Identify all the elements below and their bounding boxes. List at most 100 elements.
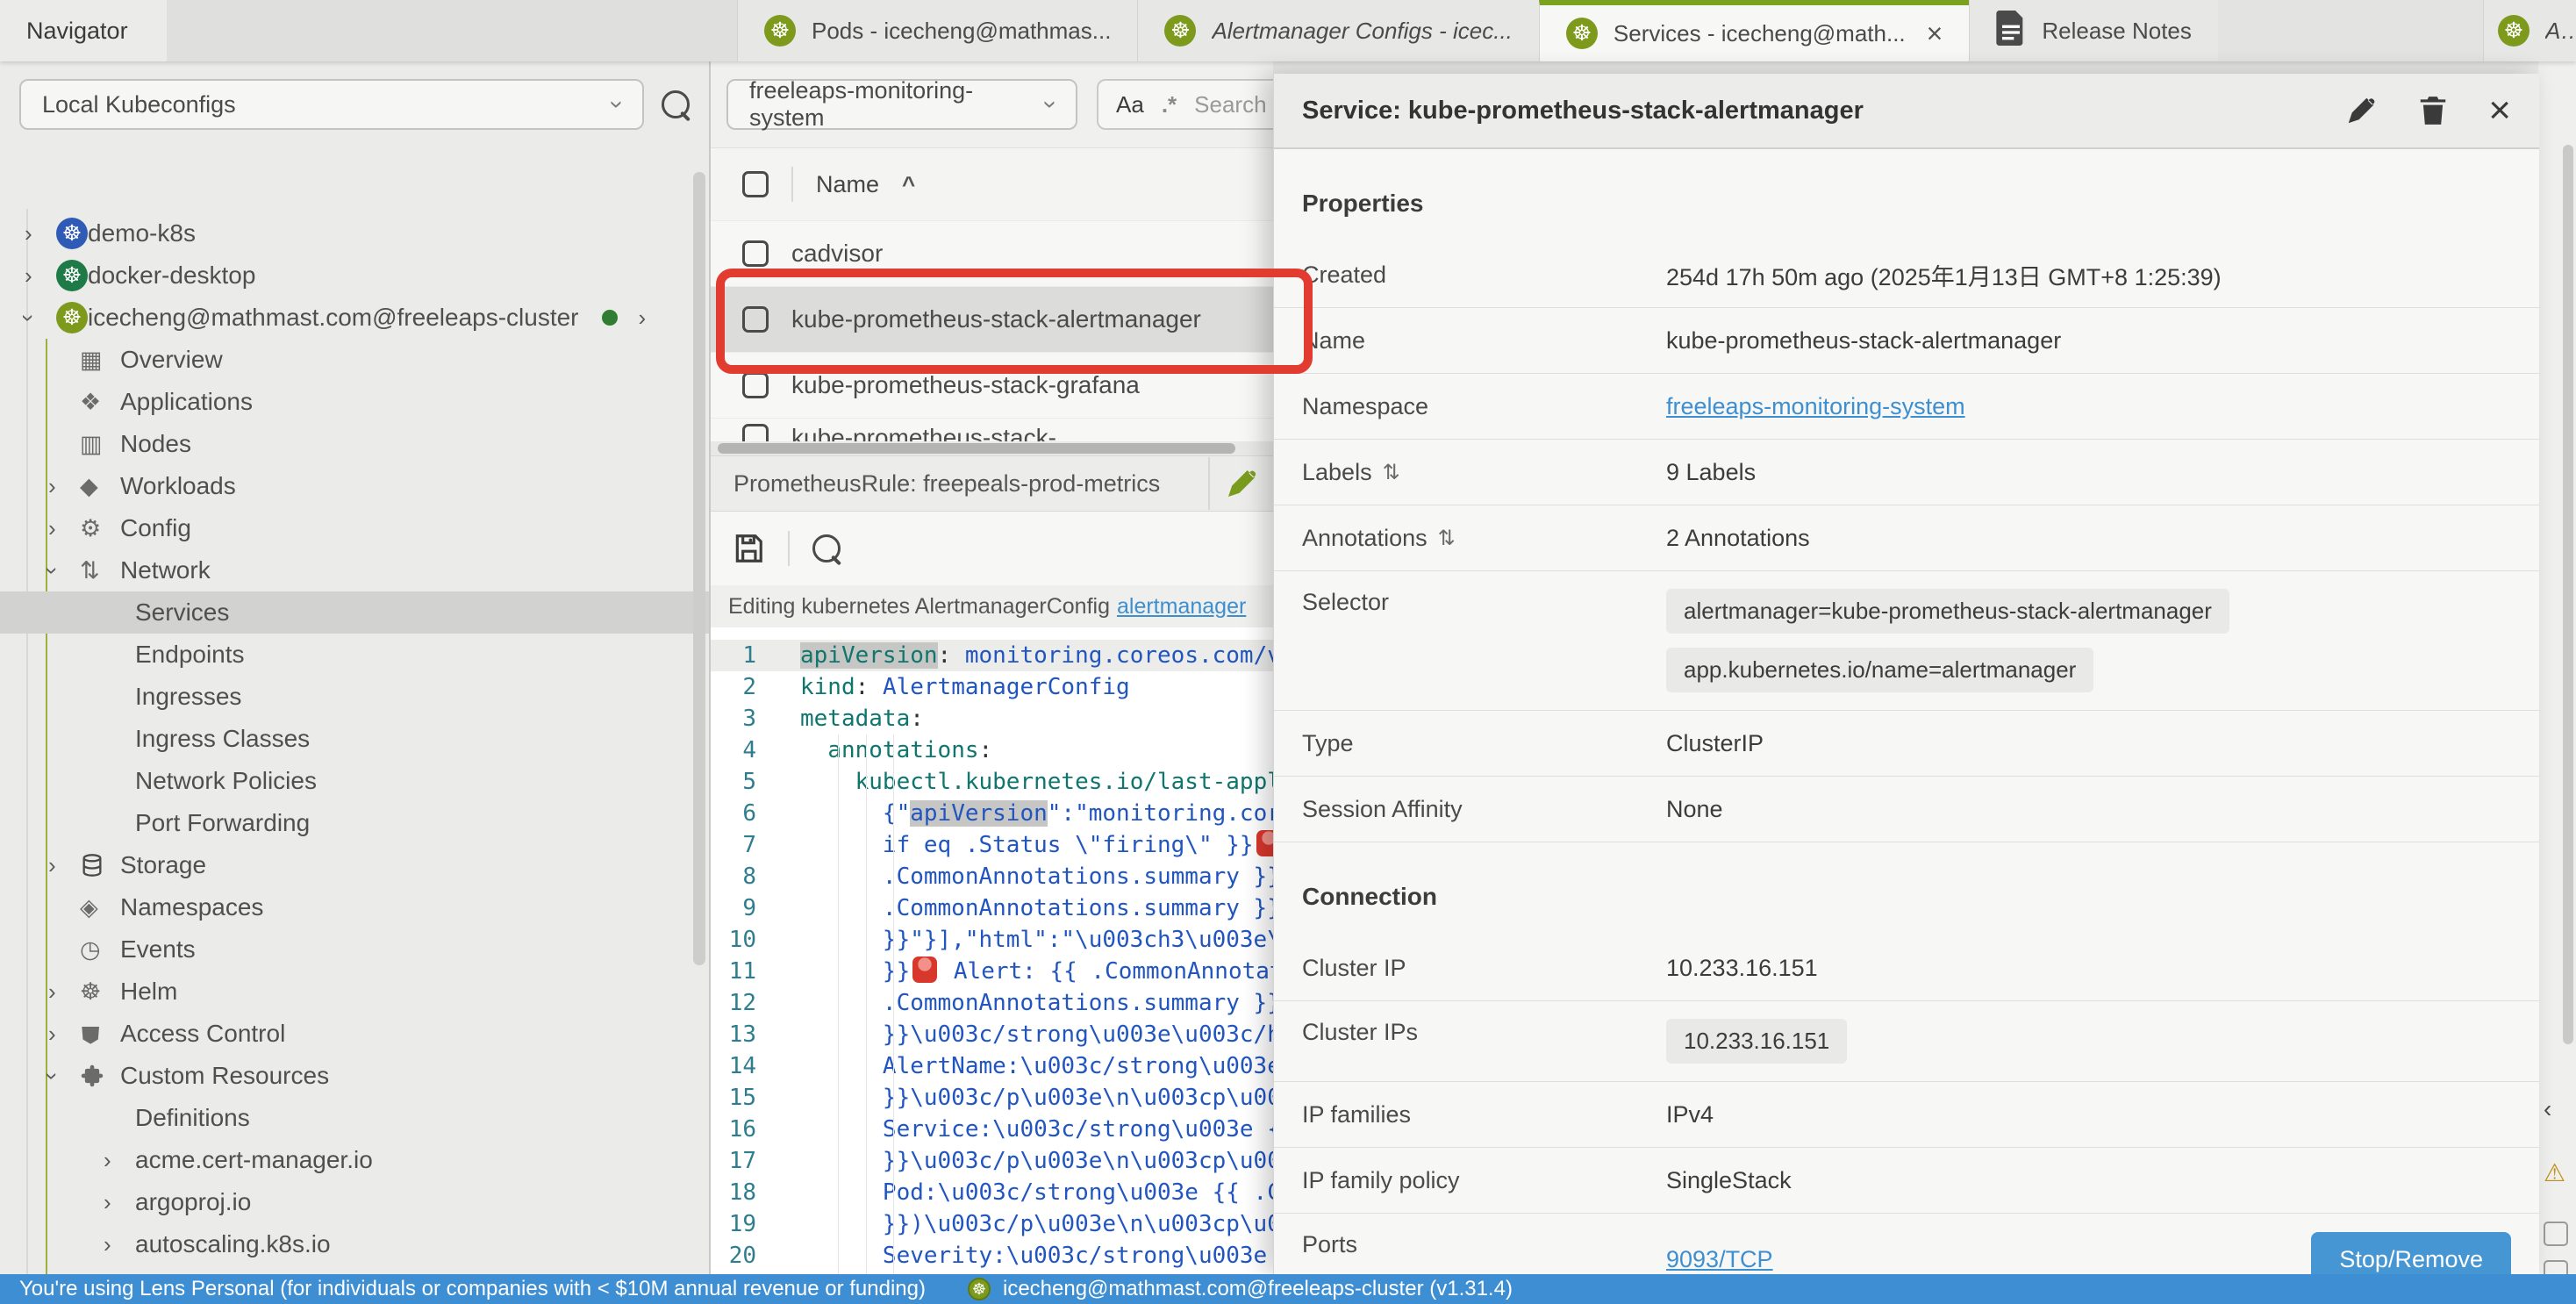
yaml-editor[interactable]: 1apiVersion: monitoring.coreos.com/v12ki… bbox=[711, 627, 1273, 1274]
code-line[interactable]: 6 {"apiVersion":"monitoring.coreos bbox=[711, 798, 1273, 829]
sidebar-item-helm[interactable]: ›☸Helm bbox=[0, 971, 709, 1013]
sidebar-item-storage[interactable]: ›Storage bbox=[0, 844, 709, 886]
code-line[interactable]: 15 }}\u003c/p\u003e\n\u003cp\u003 bbox=[711, 1082, 1273, 1114]
sidebar-item-acme-cert-manager-io[interactable]: ›acme.cert-manager.io bbox=[0, 1139, 709, 1181]
kubeconfig-select[interactable]: Local Kubeconfigs › bbox=[19, 79, 644, 130]
row-checkbox[interactable] bbox=[742, 424, 769, 441]
workspace-scrollbar[interactable] bbox=[2563, 145, 2573, 1044]
chevron-right-icon[interactable]: › bbox=[639, 305, 647, 332]
tab-a[interactable]: ☸A... bbox=[2483, 0, 2576, 61]
sidebar-item-port-forwarding[interactable]: Port Forwarding bbox=[0, 802, 709, 844]
sidebar-item-workloads[interactable]: ›◆Workloads bbox=[0, 465, 709, 507]
sidebar-item-autoscaling-k8s-io[interactable]: ›autoscaling.k8s.io bbox=[0, 1223, 709, 1265]
sidebar-item-nodes[interactable]: ▥Nodes bbox=[0, 423, 709, 465]
table-row-kube-prometheus-stack-grafana[interactable]: kube-prometheus-stack-grafana bbox=[711, 352, 1273, 418]
tab-close-icon[interactable]: × bbox=[1927, 18, 1943, 50]
sidebar-item-definitions[interactable]: Definitions bbox=[0, 1097, 709, 1139]
sidebar-item-custom-resources[interactable]: ›Custom Resources bbox=[0, 1055, 709, 1097]
tab-pods-icecheng-mathmas[interactable]: ☸Pods - icecheng@mathmas... bbox=[737, 0, 1137, 61]
table-row-kube-prometheus-stack[interactable]: kube-prometheus-stack- bbox=[711, 418, 1273, 441]
regex-icon[interactable]: .* bbox=[1162, 91, 1177, 118]
stop-remove-button[interactable]: Stop/Remove bbox=[2311, 1232, 2511, 1274]
sidebar-item-argoproj-io[interactable]: ›argoproj.io bbox=[0, 1181, 709, 1223]
edit-pencil-icon[interactable] bbox=[2344, 94, 2378, 127]
sidebar-item-network-policies[interactable]: Network Policies bbox=[0, 760, 709, 802]
sort-asc-icon[interactable]: ^ bbox=[902, 171, 915, 198]
chevron-right-icon[interactable]: › bbox=[104, 1189, 135, 1216]
chevron-down-icon[interactable]: › bbox=[48, 557, 80, 584]
tab-services-icecheng-math[interactable]: ☸Services - icecheng@math...× bbox=[1539, 0, 1969, 61]
chevron-right-icon[interactable]: › bbox=[48, 473, 80, 500]
code-line[interactable]: 12 .CommonAnnotations.summary }}- bbox=[711, 987, 1273, 1019]
sidebar-item-icecheng-mathmast-com-freeleaps-cluster[interactable]: ›☸icecheng@mathmast.com@freeleaps-cluste… bbox=[0, 297, 709, 339]
delete-trash-icon[interactable] bbox=[2416, 94, 2450, 127]
code-line[interactable]: 18 Pod:\u003c/strong\u003e {{ .Co bbox=[711, 1177, 1273, 1208]
breadcrumb-resource-link[interactable]: alertmanager bbox=[1117, 594, 1246, 620]
chevron-right-icon[interactable]: › bbox=[48, 515, 80, 542]
sidebar-item-access-control[interactable]: ›☗Access Control bbox=[0, 1013, 709, 1055]
chevron-right-icon[interactable]: › bbox=[48, 852, 80, 879]
chevron-right-icon[interactable]: › bbox=[48, 978, 80, 1006]
select-all-checkbox[interactable] bbox=[742, 171, 769, 197]
code-line[interactable]: 20 Severity:\u003c/strong\u003e bbox=[711, 1240, 1273, 1272]
chevron-right-icon[interactable]: › bbox=[25, 220, 56, 247]
editor-search-icon[interactable] bbox=[812, 534, 841, 562]
sort-icon[interactable]: ⇅ bbox=[1383, 460, 1400, 485]
sidebar-item-endpoints[interactable]: Endpoints bbox=[0, 634, 709, 676]
chevron-right-icon[interactable]: › bbox=[48, 1021, 80, 1048]
chevron-down-icon[interactable]: › bbox=[25, 305, 56, 332]
row-checkbox[interactable] bbox=[742, 372, 769, 398]
code-line[interactable]: 8 .CommonAnnotations.summary }}- bbox=[711, 861, 1273, 892]
namespace-select[interactable]: freeleaps-monitoring-system › bbox=[726, 79, 1077, 130]
chevron-right-icon[interactable]: › bbox=[104, 1231, 135, 1258]
code-line[interactable]: 4 annotations: bbox=[711, 734, 1273, 766]
match-case-icon[interactable]: Aa bbox=[1116, 91, 1144, 118]
code-line[interactable]: 13 }}\u003c/strong\u003e\u003c/h3 bbox=[711, 1019, 1273, 1050]
code-line[interactable]: 10 }}"}],"html":"\u003ch3\u003e\u bbox=[711, 924, 1273, 956]
sidebar-item-overview[interactable]: ▦Overview bbox=[0, 339, 709, 381]
code-line[interactable]: 2kind: AlertmanagerConfig bbox=[711, 671, 1273, 703]
table-horizontal-scrollbar[interactable] bbox=[711, 441, 1273, 455]
code-line[interactable]: 16 Service:\u003c/strong\u003e { bbox=[711, 1114, 1273, 1145]
active-cluster-label[interactable]: icecheng@mathmast.com@freeleaps-cluster … bbox=[1003, 1277, 1513, 1301]
scrollbar-thumb[interactable] bbox=[718, 443, 1235, 454]
sidebar-item-events[interactable]: ◷Events bbox=[0, 928, 709, 971]
code-line[interactable]: 7 if eq .Status \"firing\" }} bbox=[711, 829, 1273, 861]
name-column-header[interactable]: Name bbox=[816, 171, 879, 198]
sidebar-item-ingress-classes[interactable]: Ingress Classes bbox=[0, 718, 709, 760]
code-line[interactable]: 19 }})\u003c/p\u003e\n\u003cp\u00 bbox=[711, 1208, 1273, 1240]
search-icon[interactable] bbox=[662, 90, 690, 118]
chevron-right-icon[interactable]: › bbox=[104, 1147, 135, 1174]
tab-release-notes[interactable]: Release Notes bbox=[1969, 0, 2218, 61]
editor-button-box[interactable] bbox=[2544, 1222, 2568, 1246]
save-icon[interactable] bbox=[732, 532, 765, 565]
chevron-right-icon[interactable]: › bbox=[25, 262, 56, 290]
sidebar-item-demo-k8s[interactable]: ›☸demo-k8s bbox=[0, 212, 709, 254]
code-line[interactable]: 3metadata: bbox=[711, 703, 1273, 734]
collapse-left-icon[interactable]: ‹ bbox=[2544, 1095, 2551, 1123]
sidebar-item-applications[interactable]: ❖Applications bbox=[0, 381, 709, 423]
close-icon[interactable]: × bbox=[2488, 91, 2511, 130]
row-checkbox[interactable] bbox=[742, 306, 769, 333]
sidebar-scrollbar[interactable] bbox=[693, 172, 705, 965]
code-line[interactable]: 11 }} Alert: {{ .CommonAnnotati bbox=[711, 956, 1273, 987]
sidebar-item-services[interactable]: Services bbox=[0, 591, 709, 634]
freeleaps-monitoring-system-link[interactable]: freeleaps-monitoring-system bbox=[1666, 393, 1965, 419]
code-line[interactable]: 14 AlertName:\u003c/strong\u003e bbox=[711, 1050, 1273, 1082]
code-line[interactable]: 1apiVersion: monitoring.coreos.com/v1 bbox=[711, 640, 1273, 671]
edit-pencil-icon[interactable] bbox=[1224, 466, 1259, 501]
sidebar-item-network[interactable]: ›⇅Network bbox=[0, 549, 709, 591]
sort-icon[interactable]: ⇅ bbox=[1438, 526, 1456, 551]
table-row-cadvisor[interactable]: cadvisor bbox=[711, 220, 1273, 286]
tab-alertmanager-configs-icec[interactable]: ☸Alertmanager Configs - icec... bbox=[1137, 0, 1538, 61]
code-line[interactable]: 17 }}\u003c/p\u003e\n\u003cp\u003 bbox=[711, 1145, 1273, 1177]
sidebar-item-cert-manager-io[interactable]: ›cert-manager.io bbox=[0, 1265, 709, 1274]
sidebar-item-config[interactable]: ›⚙Config bbox=[0, 507, 709, 549]
search-input[interactable]: Aa .* Search bbox=[1097, 79, 1273, 130]
9093-tcp-link[interactable]: 9093/TCP bbox=[1666, 1246, 1773, 1273]
sidebar-item-docker-desktop[interactable]: ›☸docker-desktop bbox=[0, 254, 709, 297]
warning-icon[interactable]: ⚠ bbox=[2544, 1158, 2565, 1187]
row-checkbox[interactable] bbox=[742, 240, 769, 267]
code-line[interactable]: 9 .CommonAnnotations.summary }}- bbox=[711, 892, 1273, 924]
chevron-down-icon[interactable]: › bbox=[48, 1063, 80, 1090]
